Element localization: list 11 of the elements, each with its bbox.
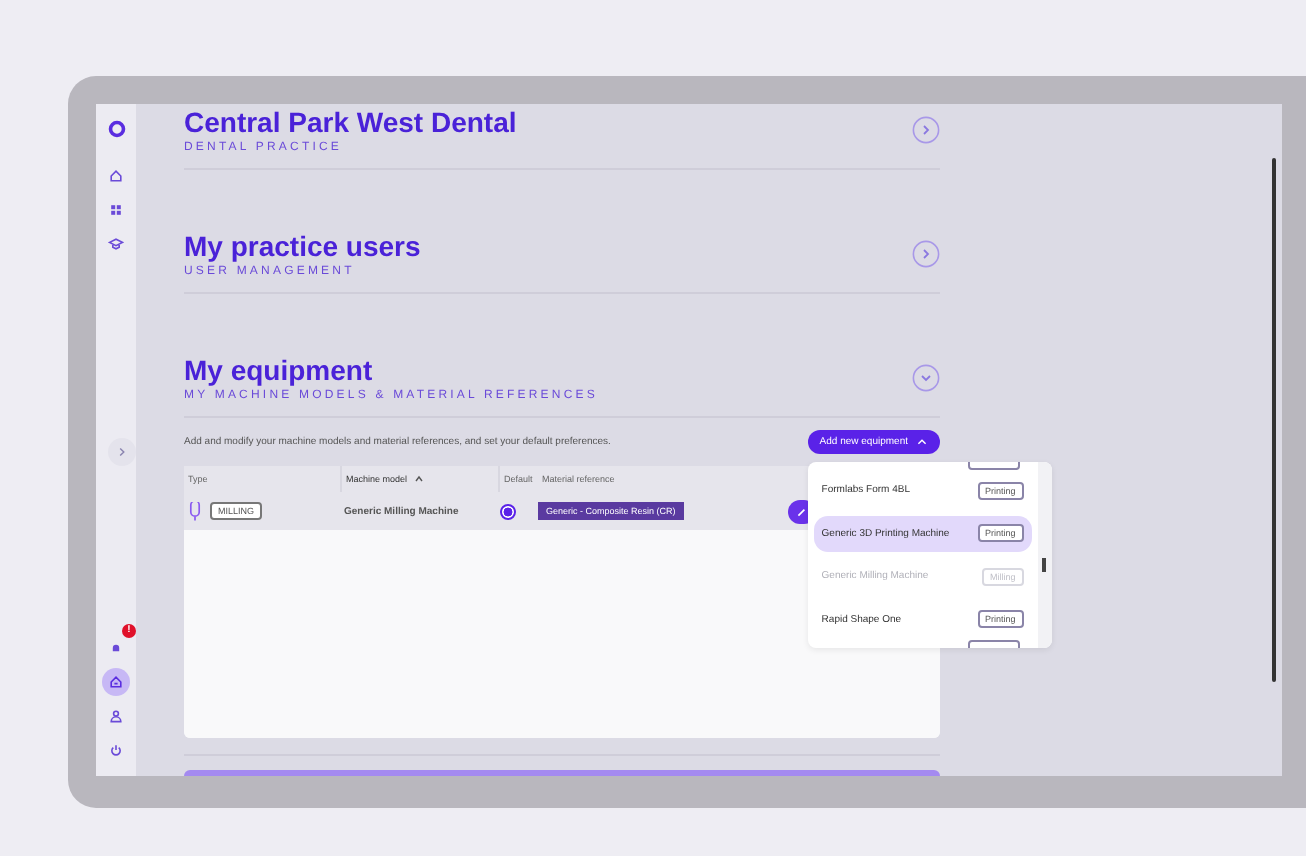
section-title: My equipment (184, 354, 375, 386)
caret-icon (916, 436, 928, 448)
section-title: Central Park West Dental (184, 106, 517, 138)
default-radio[interactable] (500, 503, 516, 519)
milling-tool-icon (188, 501, 202, 521)
scrollbar-thumb[interactable] (1041, 558, 1046, 572)
chevron-right-icon (116, 446, 128, 458)
logo-icon (107, 120, 125, 138)
clinic-nav-icon[interactable] (102, 668, 130, 696)
section-title: My practice users (184, 230, 421, 262)
scrollbar-thumb[interactable] (1272, 158, 1276, 682)
